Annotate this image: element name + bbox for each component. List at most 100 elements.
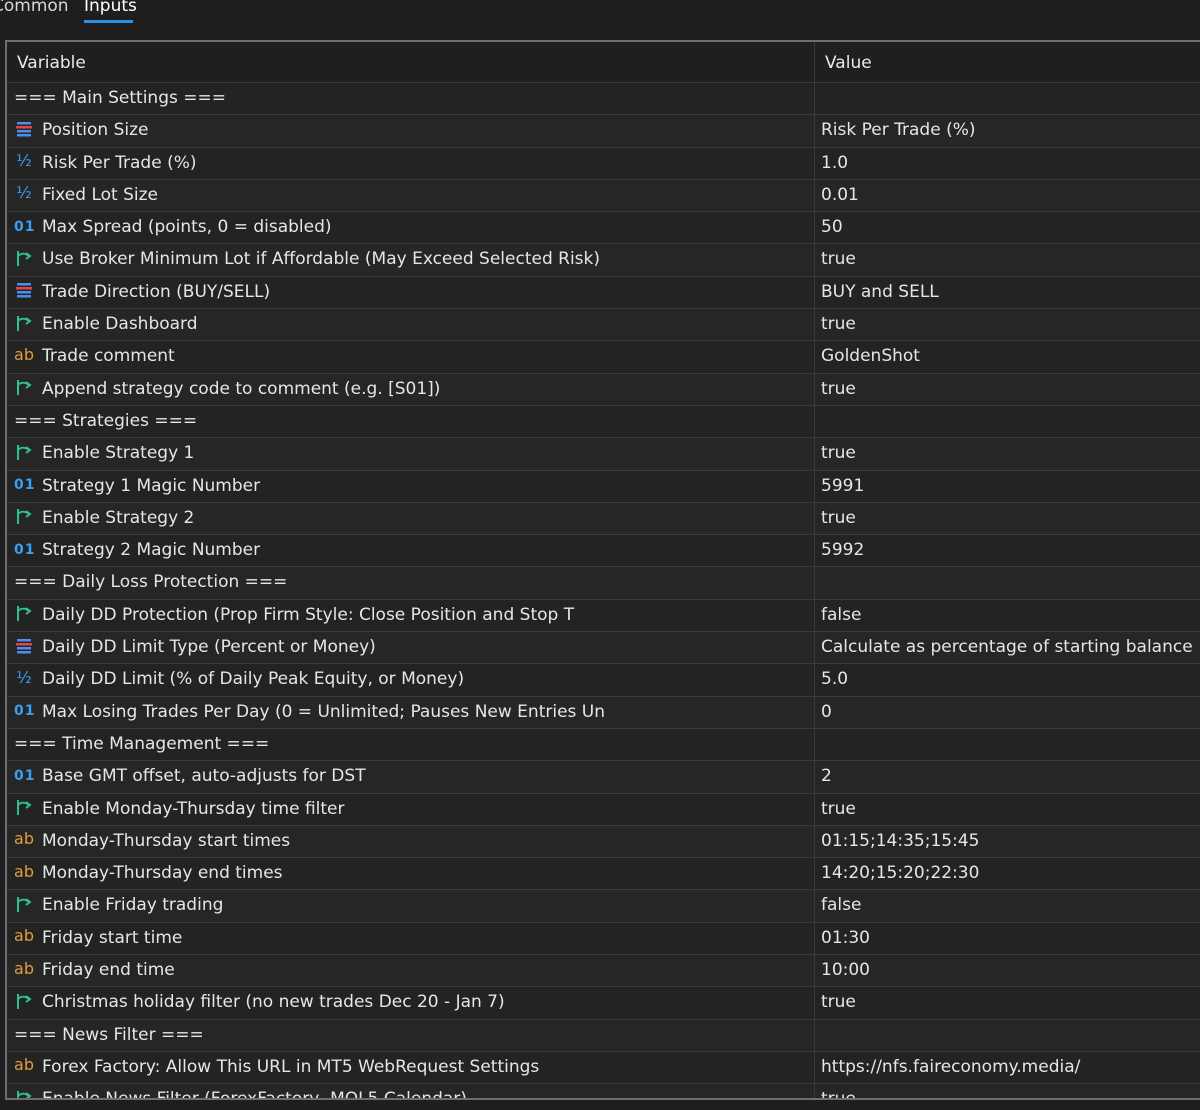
table-row[interactable]: 01 Strategy 1 Magic Number 5991 — [7, 470, 1200, 503]
value-cell[interactable]: true — [821, 374, 1200, 405]
variable-cell[interactable]: ½ Fixed Lot Size — [14, 180, 804, 212]
variable-cell[interactable]: ½ Risk Per Trade (%) — [14, 148, 804, 180]
variable-cell[interactable]: 01 Max Losing Trades Per Day (0 = Unlimit… — [14, 697, 804, 729]
section-header-row[interactable]: === Strategies === — [7, 405, 1200, 439]
variable-cell[interactable]: === Time Management === — [14, 729, 804, 761]
column-header-variable[interactable]: Variable — [17, 53, 86, 73]
table-row[interactable]: ab Monday-Thursday end times 14:20;15:20;2… — [7, 858, 1200, 891]
value-cell[interactable]: true — [821, 1084, 1200, 1098]
value-cell[interactable]: true — [821, 503, 1200, 534]
variable-cell[interactable]: ab Monday-Thursday end times — [14, 858, 804, 890]
variable-cell[interactable]: 01 Base GMT offset, auto-adjusts for DST — [14, 761, 804, 793]
value-cell[interactable]: 0 — [821, 697, 1200, 728]
variable-cell[interactable]: ab Friday start time — [14, 923, 804, 955]
table-row[interactable]: ½ Daily DD Limit (% of Daily Peak Equity,… — [7, 664, 1200, 697]
table-row[interactable]: ab Monday-Thursday start times 01:15;14:35… — [7, 825, 1200, 859]
tab-inputs[interactable]: Inputs — [84, 0, 137, 16]
section-header-row[interactable]: === Daily Loss Protection === — [7, 567, 1200, 600]
value-cell[interactable]: true — [821, 244, 1200, 275]
table-row[interactable]: Enable Strategy 1 true — [7, 438, 1200, 471]
variable-cell[interactable]: Enable Friday trading — [14, 890, 804, 922]
value-cell[interactable]: true — [821, 987, 1200, 1018]
table-row[interactable]: ½ Risk Per Trade (%) 1.0 — [7, 147, 1200, 180]
variable-cell[interactable]: === Main Settings === — [14, 83, 804, 115]
table-row[interactable]: Enable Friday trading false — [7, 890, 1200, 923]
variable-cell[interactable]: 01 Strategy 1 Magic Number — [14, 471, 804, 503]
value-cell[interactable]: 0.01 — [821, 180, 1200, 211]
value-cell[interactable]: 2 — [821, 761, 1200, 792]
variable-cell[interactable]: ab Trade comment — [14, 341, 804, 373]
variable-label: Trade Direction (BUY/SELL) — [42, 281, 271, 302]
value-cell[interactable]: 01:15;14:35;15:45 — [821, 826, 1200, 857]
value-cell[interactable]: 50 — [821, 212, 1200, 243]
table-row[interactable]: Position Size Risk Per Trade (%) — [7, 115, 1200, 148]
value-cell[interactable]: Risk Per Trade (%) — [821, 115, 1200, 146]
value-cell[interactable]: true — [821, 794, 1200, 825]
table-row[interactable]: Daily DD Protection (Prop Firm Style: Cl… — [7, 599, 1200, 633]
table-row[interactable]: Enable Strategy 2 true — [7, 502, 1200, 536]
value-cell[interactable]: true — [821, 438, 1200, 469]
table-row[interactable]: Daily DD Limit Type (Percent or Money) Ca… — [7, 632, 1200, 665]
tab-common[interactable]: Common — [0, 0, 69, 16]
section-header-row[interactable]: === News Filter === — [7, 1019, 1200, 1052]
variable-label: Daily DD Limit (% of Daily Peak Equity, … — [42, 669, 465, 690]
variable-cell[interactable]: Daily DD Limit Type (Percent or Money) — [14, 632, 804, 664]
variable-cell[interactable]: === News Filter === — [14, 1020, 804, 1052]
variable-cell[interactable]: Append strategy code to comment (e.g. [S… — [14, 374, 804, 406]
value-cell[interactable]: https://nfs.faireconomy.media/ — [821, 1052, 1200, 1083]
variable-cell[interactable]: Use Broker Minimum Lot if Affordable (Ma… — [14, 244, 804, 276]
variable-cell[interactable]: === Daily Loss Protection === — [14, 567, 804, 599]
table-row[interactable]: ab Trade comment GoldenShot — [7, 341, 1200, 374]
variable-cell[interactable]: Enable News Filter (ForexFactory, MQL5 C… — [14, 1084, 804, 1098]
table-row[interactable]: Use Broker Minimum Lot if Affordable (Ma… — [7, 244, 1200, 277]
value-cell[interactable]: false — [821, 600, 1200, 631]
column-divider[interactable] — [814, 42, 815, 83]
table-row[interactable]: 01 Max Losing Trades Per Day (0 = Unlimit… — [7, 696, 1200, 729]
section-header-row[interactable]: === Time Management === — [7, 728, 1200, 762]
table-row[interactable]: 01 Base GMT offset, auto-adjusts for DST 2 — [7, 761, 1200, 794]
variable-cell[interactable]: 01 Max Spread (points, 0 = disabled) — [14, 212, 804, 244]
variable-cell[interactable]: Enable Monday-Thursday time filter — [14, 794, 804, 826]
table-row[interactable]: ab Friday start time 01:30 — [7, 922, 1200, 956]
variable-cell[interactable]: ab Forex Factory: Allow This URL in MT5 W… — [14, 1052, 804, 1084]
variable-cell[interactable]: Daily DD Protection (Prop Firm Style: Cl… — [14, 600, 804, 632]
variable-cell[interactable]: Enable Strategy 2 — [14, 503, 804, 535]
table-row[interactable]: ab Forex Factory: Allow This URL in MT5 W… — [7, 1051, 1200, 1085]
variable-cell[interactable]: Position Size — [14, 115, 804, 147]
variable-cell[interactable]: Christmas holiday filter (no new trades … — [14, 987, 804, 1019]
variable-cell[interactable]: ab Friday end time — [14, 955, 804, 987]
value-cell[interactable]: 1.0 — [821, 148, 1200, 179]
table-row[interactable]: Enable Monday-Thursday time filter true — [7, 793, 1200, 826]
table-row[interactable]: ½ Fixed Lot Size 0.01 — [7, 179, 1200, 213]
value-cell[interactable]: BUY and SELL — [821, 277, 1200, 308]
variable-label: Monday-Thursday start times — [42, 830, 291, 851]
value-cell[interactable]: true — [821, 309, 1200, 340]
value-cell[interactable]: GoldenShot — [821, 341, 1200, 372]
variable-cell[interactable]: ab Monday-Thursday start times — [14, 826, 804, 858]
value-cell[interactable]: 14:20;15:20;22:30 — [821, 858, 1200, 889]
column-header-value[interactable]: Value — [825, 53, 872, 73]
table-row[interactable]: Trade Direction (BUY/SELL) BUY and SELL — [7, 276, 1200, 310]
value-cell[interactable]: false — [821, 890, 1200, 921]
value-cell[interactable]: 01:30 — [821, 923, 1200, 954]
section-header-row[interactable]: === Main Settings === — [7, 83, 1200, 116]
value-cell[interactable]: 5.0 — [821, 664, 1200, 695]
variable-label: Enable Strategy 2 — [42, 507, 195, 528]
table-row[interactable]: Enable News Filter (ForexFactory, MQL5 C… — [7, 1084, 1200, 1098]
variable-cell[interactable]: 01 Strategy 2 Magic Number — [14, 535, 804, 567]
variable-cell[interactable]: === Strategies === — [14, 406, 804, 438]
variable-cell[interactable]: ½ Daily DD Limit (% of Daily Peak Equity,… — [14, 664, 804, 696]
table-row[interactable]: 01 Strategy 2 Magic Number 5992 — [7, 535, 1200, 568]
table-row[interactable]: Christmas holiday filter (no new trades … — [7, 987, 1200, 1020]
value-cell[interactable]: 10:00 — [821, 955, 1200, 986]
value-cell[interactable]: 5991 — [821, 471, 1200, 502]
value-cell[interactable]: 5992 — [821, 535, 1200, 566]
table-row[interactable]: 01 Max Spread (points, 0 = disabled) 50 — [7, 212, 1200, 245]
variable-cell[interactable]: Enable Dashboard — [14, 309, 804, 341]
table-row[interactable]: Append strategy code to comment (e.g. [S… — [7, 373, 1200, 406]
value-cell[interactable]: Calculate as percentage of starting bala… — [821, 632, 1200, 663]
variable-cell[interactable]: Trade Direction (BUY/SELL) — [14, 277, 804, 309]
table-row[interactable]: ab Friday end time 10:00 — [7, 955, 1200, 988]
variable-cell[interactable]: Enable Strategy 1 — [14, 438, 804, 470]
table-row[interactable]: Enable Dashboard true — [7, 309, 1200, 342]
